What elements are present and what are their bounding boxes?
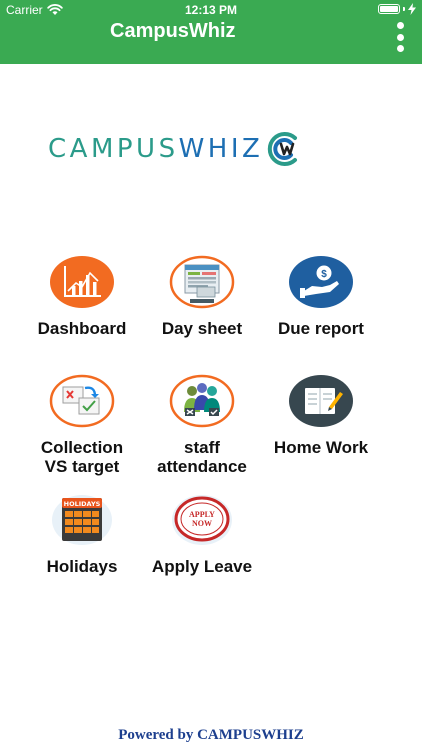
- tile-due-report[interactable]: $ Due report: [261, 255, 381, 338]
- day-sheet-icon: [169, 255, 235, 309]
- dashboard-chart-icon: [50, 256, 114, 308]
- app-title: CampusWhiz: [110, 20, 236, 42]
- powered-by-footer: Powered by CAMPUSWHIZ: [118, 727, 304, 743]
- tile-collection-vs-target[interactable]: Collection VS target: [22, 374, 142, 476]
- svg-text:APPLY: APPLY: [189, 510, 215, 519]
- tile-label: Day sheet: [161, 319, 243, 338]
- tile-home-work[interactable]: Home Work: [261, 374, 381, 457]
- tile-label: Due report: [278, 319, 364, 338]
- status-right: [378, 3, 416, 15]
- tile-label: Collection VS target: [40, 438, 124, 476]
- homework-book-icon: [289, 375, 353, 427]
- tile-apply-leave[interactable]: APPLY NOW Apply Leave: [142, 493, 262, 576]
- tile-day-sheet[interactable]: Day sheet: [142, 255, 262, 338]
- tile-holidays[interactable]: HOLIDAYS Holidays: [22, 493, 142, 576]
- tile-label: Dashboard: [37, 319, 127, 338]
- app-bar: Carrier 12:13 PM CampusWhiz: [0, 0, 422, 64]
- status-time: 12:13 PM: [184, 3, 238, 17]
- tile-label: Apply Leave: [151, 557, 253, 576]
- campuswhiz-logo: CAMPUSWHIZ: [48, 129, 303, 169]
- logo-wordmark: CAMPUSWHIZ: [48, 129, 263, 169]
- tile-staff-attendance[interactable]: staff attendance: [142, 374, 262, 476]
- logo-text-whiz: WHIZ: [178, 134, 264, 164]
- logo-emblem-icon: [268, 132, 298, 166]
- more-vertical-icon: [396, 22, 404, 29]
- collection-vs-target-icon: [49, 374, 115, 428]
- tile-label: Home Work: [273, 438, 369, 457]
- tile-dashboard[interactable]: Dashboard: [22, 255, 142, 338]
- svg-text:$: $: [321, 269, 327, 280]
- tile-label: staff attendance: [157, 438, 247, 476]
- staff-attendance-icon: [169, 374, 235, 428]
- apply-now-stamp-icon: APPLY NOW: [172, 495, 232, 545]
- status-bar: Carrier 12:13 PM: [0, 0, 422, 20]
- holidays-calendar-icon: HOLIDAYS: [52, 495, 112, 545]
- overflow-menu-button[interactable]: [392, 22, 408, 52]
- svg-text:NOW: NOW: [192, 519, 212, 528]
- due-report-hand-coin-icon: $: [289, 256, 353, 308]
- charging-bolt-icon: [408, 3, 416, 15]
- logo-text-campus: CAMPUS: [48, 134, 179, 164]
- svg-text:HOLIDAYS: HOLIDAYS: [64, 500, 101, 508]
- battery-tip: [403, 7, 405, 11]
- battery-icon: [378, 4, 400, 14]
- tile-label: Holidays: [46, 557, 118, 576]
